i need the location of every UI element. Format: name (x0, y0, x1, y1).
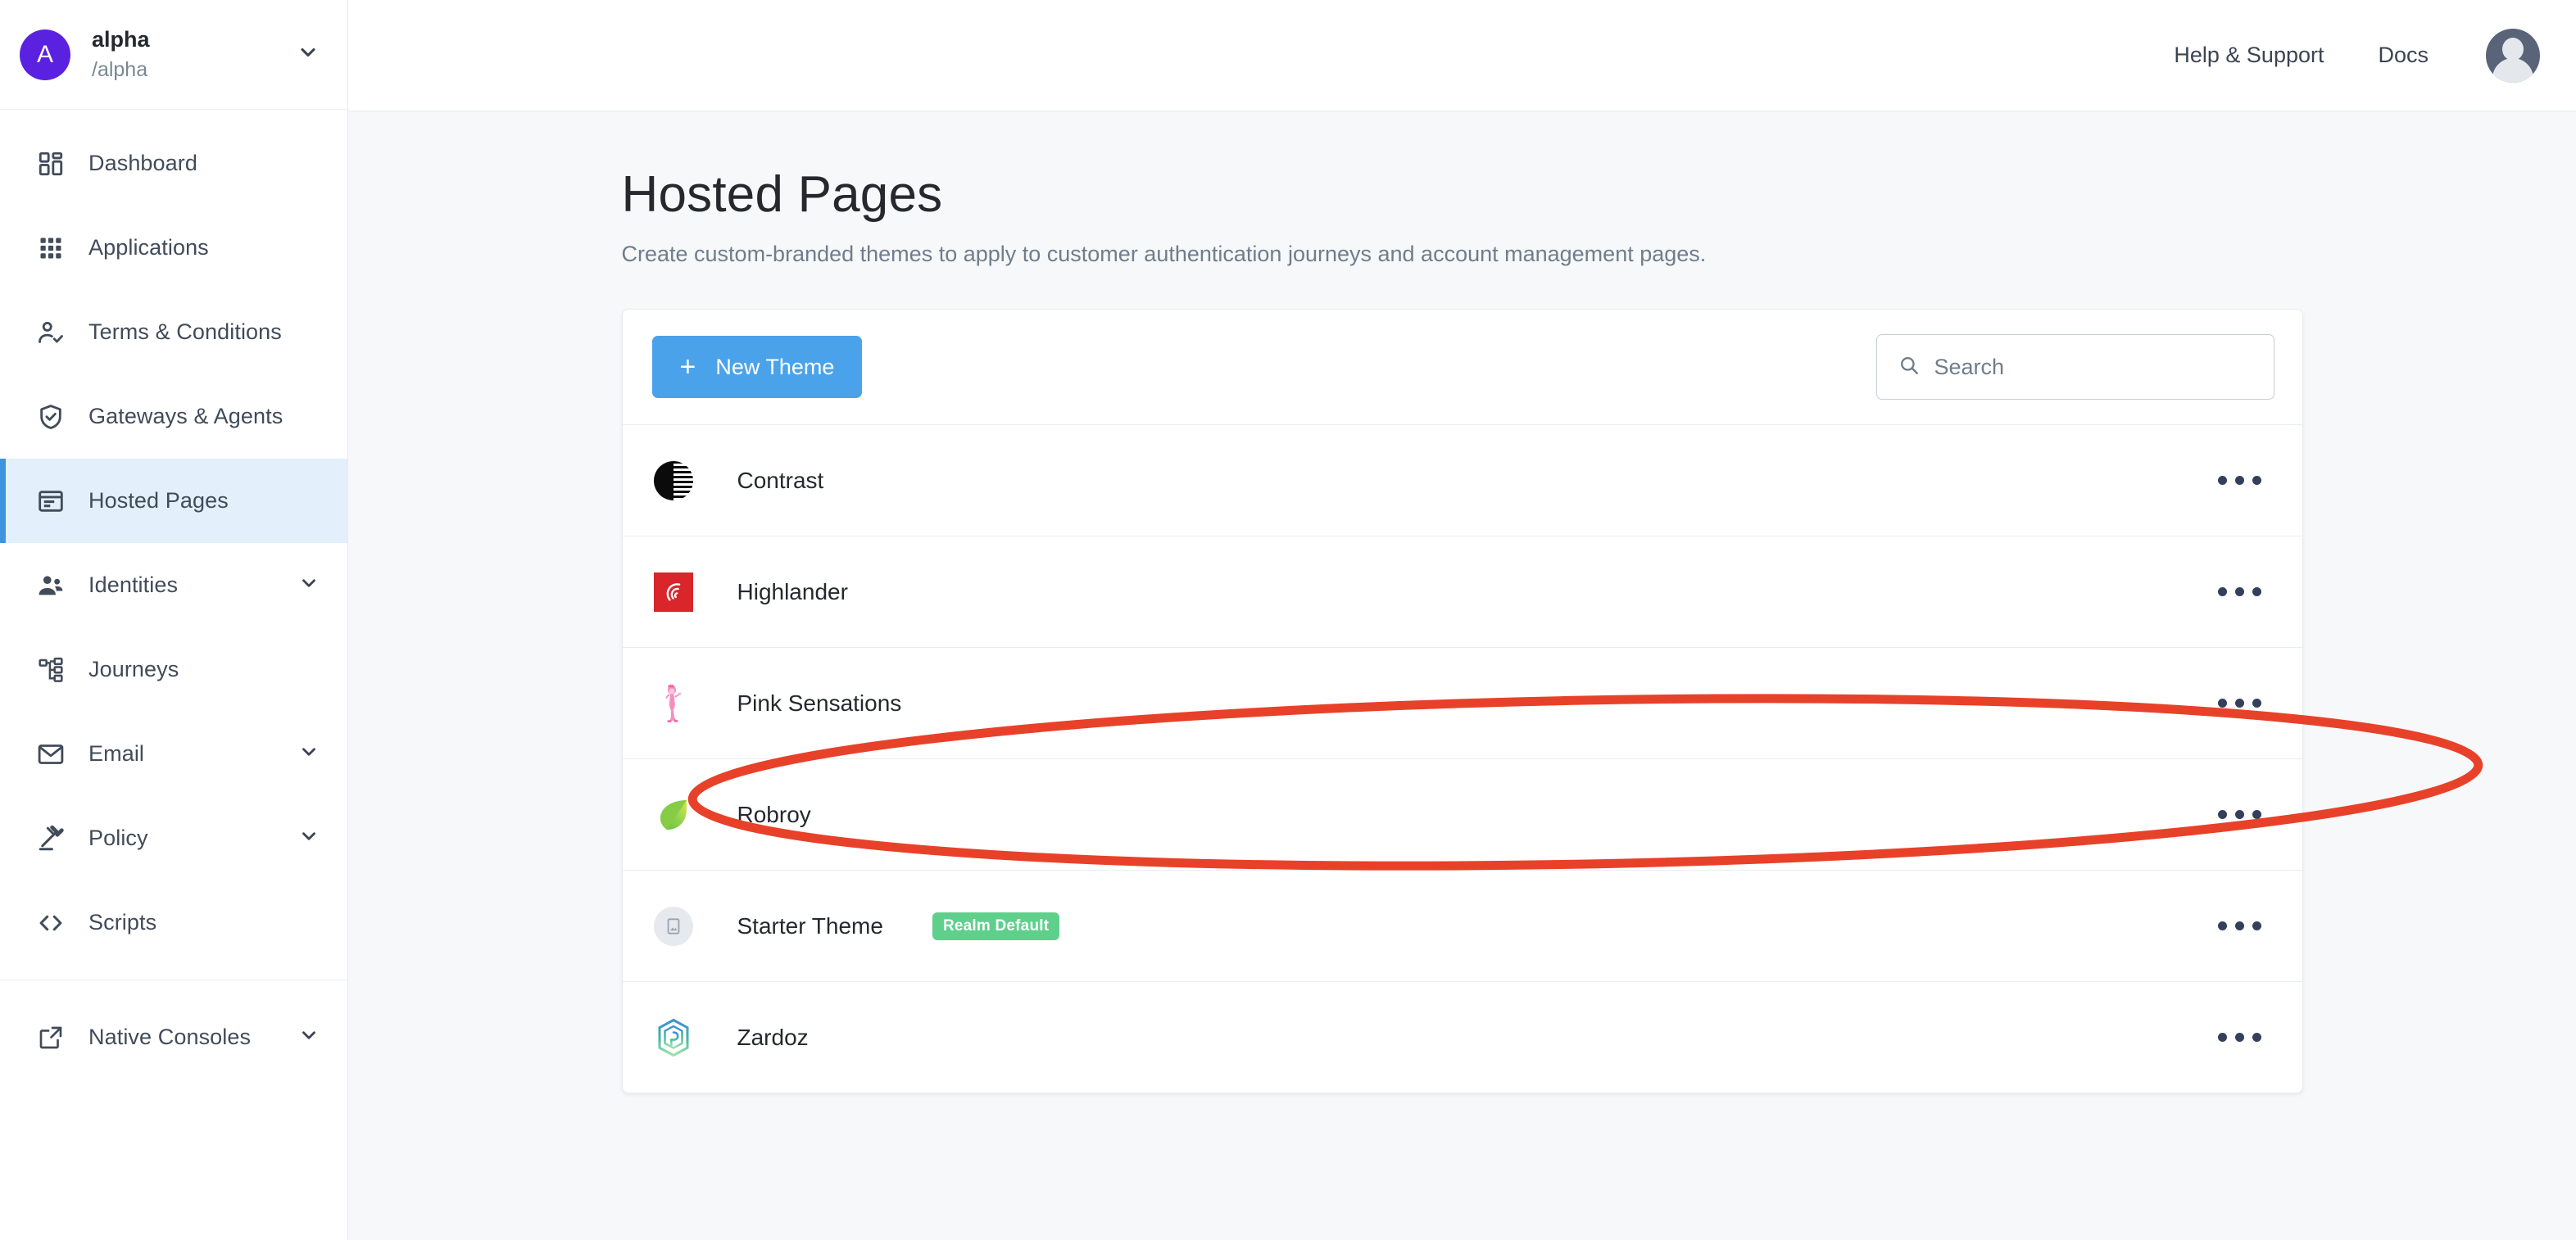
table-row[interactable]: Starter Theme Realm Default (622, 870, 2302, 981)
plus-icon: + (679, 351, 696, 382)
sidebar-item-dashboard[interactable]: Dashboard (0, 121, 347, 206)
main-area: Help & Support Docs Hosted Pages Create … (348, 0, 2576, 1240)
chevron-down-icon (298, 826, 320, 851)
avatar-body-shape (2492, 57, 2533, 83)
sidebar-item-label: Terms & Conditions (88, 319, 282, 344)
kebab-menu-icon[interactable] (2205, 569, 2274, 614)
status-badge: Realm Default (932, 912, 1060, 940)
realm-avatar-initial: A (36, 40, 53, 68)
shield-check-icon (29, 403, 72, 431)
theme-name: Pink Sensations (737, 690, 902, 716)
sidebar: A alpha /alpha Dashboard Applications Te… (0, 0, 348, 1240)
gavel-icon (29, 825, 72, 853)
kebab-menu-icon[interactable] (2205, 792, 2274, 837)
sidebar-item-label: Scripts (88, 910, 157, 935)
help-and-support-link[interactable]: Help & Support (2174, 43, 2324, 68)
page-header: Hosted Pages Create custom-branded theme… (622, 165, 2303, 267)
theme-name: Highlander (737, 578, 848, 604)
chevron-down-icon (298, 1025, 320, 1050)
realm-name: alpha (92, 27, 150, 52)
sidebar-item-label: Policy (88, 826, 148, 850)
docs-link[interactable]: Docs (2378, 43, 2429, 68)
realm-switcher[interactable]: A alpha /alpha (0, 0, 347, 110)
themes-card: + New Theme Contrast (621, 309, 2303, 1093)
chevron-down-icon (298, 572, 320, 598)
realm-path: /alpha (92, 57, 148, 81)
page-content: Hosted Pages Create custom-branded theme… (348, 111, 2576, 1240)
chevron-down-icon (297, 41, 320, 68)
sidebar-item-label: Identities (88, 572, 179, 597)
zardoz-hex-icon (652, 1016, 695, 1059)
highlander-theme-icon (652, 571, 695, 613)
sidebar-item-applications[interactable]: Applications (0, 206, 347, 290)
sidebar-item-native-consoles[interactable]: Native Consoles (0, 995, 347, 1079)
kebab-menu-icon[interactable] (2205, 681, 2274, 726)
kebab-menu-icon[interactable] (2205, 458, 2274, 503)
top-bar: Help & Support Docs (348, 0, 2576, 111)
user-check-icon (29, 319, 72, 346)
kebab-menu-icon[interactable] (2205, 903, 2274, 948)
sidebar-item-policy[interactable]: Policy (0, 796, 347, 880)
sidebar-item-label: Hosted Pages (88, 488, 229, 513)
sidebar-item-identities[interactable]: Identities (0, 543, 347, 627)
sidebar-item-journeys[interactable]: Journeys (0, 627, 347, 712)
users-icon (29, 572, 72, 600)
pink-panther-icon (652, 682, 695, 725)
sidebar-item-gateways-and-agents[interactable]: Gateways & Agents (0, 374, 347, 459)
table-row[interactable]: Highlander (622, 536, 2302, 647)
sidebar-item-hosted-pages[interactable]: Hosted Pages (0, 459, 347, 543)
theme-name: Starter Theme (737, 912, 883, 939)
sidebar-item-terms-and-conditions[interactable]: Terms & Conditions (0, 290, 347, 374)
sidebar-item-label: Applications (88, 235, 209, 260)
kebab-menu-icon[interactable] (2205, 1015, 2274, 1060)
new-theme-button[interactable]: + New Theme (651, 336, 863, 398)
search-icon (1898, 355, 1920, 380)
realm-avatar: A (20, 29, 70, 80)
user-avatar-icon[interactable] (2486, 28, 2540, 83)
contrast-theme-icon (652, 459, 695, 502)
search-input[interactable] (1934, 354, 2252, 380)
avatar-head-shape (2502, 37, 2524, 61)
external-link-icon (29, 1025, 72, 1051)
themes-toolbar: + New Theme (623, 310, 2302, 424)
sidebar-item-label: Journeys (88, 657, 179, 681)
search-box[interactable] (1875, 334, 2274, 400)
sidebar-item-email[interactable]: Email (0, 712, 347, 796)
page-title: Hosted Pages (621, 166, 943, 223)
new-theme-button-label: New Theme (715, 354, 835, 379)
sidebar-item-scripts[interactable]: Scripts (0, 880, 347, 965)
app-root: A alpha /alpha Dashboard Applications Te… (0, 0, 2576, 1240)
code-brackets-icon (29, 909, 72, 937)
hosted-pages-icon (29, 487, 72, 515)
sidebar-item-label: Native Consoles (88, 1025, 252, 1049)
sidebar-item-label: Email (88, 741, 145, 766)
theme-name: Robroy (737, 801, 811, 827)
green-leaf-icon (652, 794, 695, 836)
dashboard-icon (29, 150, 72, 178)
theme-name: Contrast (737, 467, 824, 493)
sidebar-item-label: Gateways & Agents (88, 404, 283, 428)
realm-text: alpha /alpha (92, 26, 297, 83)
apps-grid-icon (29, 236, 72, 260)
page-subtitle: Create custom-branded themes to apply to… (621, 242, 1707, 266)
table-row[interactable]: Pink Sensations (622, 647, 2302, 758)
theme-name: Zardoz (737, 1024, 809, 1050)
envelope-icon (29, 740, 72, 768)
journeys-tree-icon (29, 657, 72, 683)
sidebar-nav: Dashboard Applications Terms & Condition… (0, 110, 347, 1079)
table-row[interactable]: Zardoz (622, 981, 2302, 1093)
sidebar-item-label: Dashboard (88, 151, 197, 175)
chevron-down-icon (298, 741, 320, 767)
table-row[interactable]: Robroy (622, 758, 2302, 870)
image-placeholder-icon (652, 905, 695, 948)
table-row[interactable]: Contrast (622, 424, 2302, 536)
